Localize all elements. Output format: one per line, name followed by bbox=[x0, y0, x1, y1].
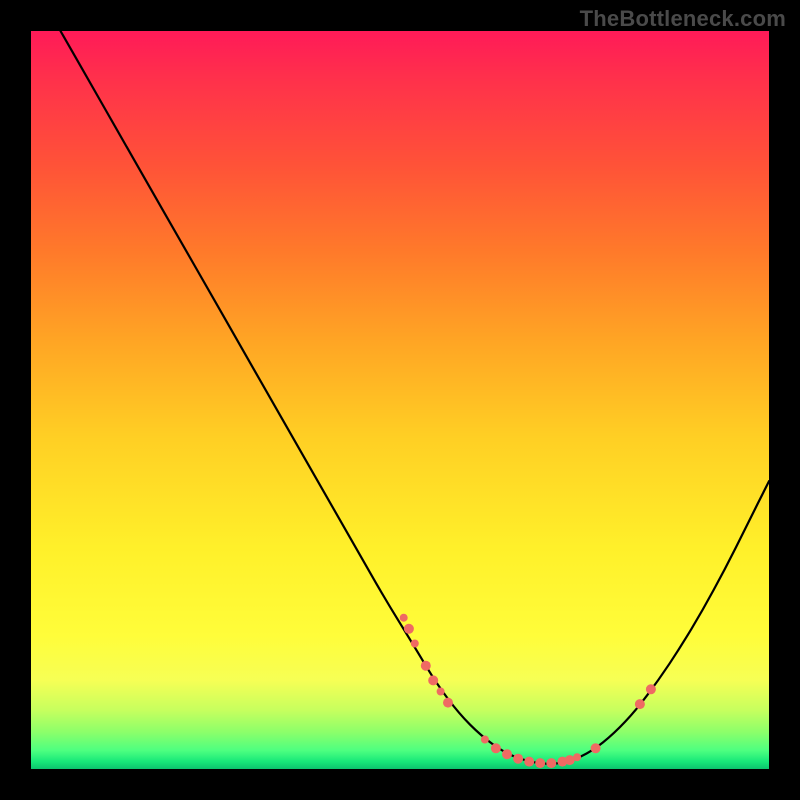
data-point bbox=[502, 749, 512, 759]
watermark-text: TheBottleneck.com bbox=[580, 6, 786, 32]
data-point bbox=[428, 675, 438, 685]
data-point bbox=[513, 754, 523, 764]
data-point bbox=[635, 699, 645, 709]
data-point bbox=[437, 688, 445, 696]
data-points-group bbox=[400, 614, 656, 768]
plot-area bbox=[31, 31, 769, 769]
data-point bbox=[404, 624, 414, 634]
data-point bbox=[421, 661, 431, 671]
data-point bbox=[524, 757, 534, 767]
plot-svg bbox=[31, 31, 769, 769]
data-point bbox=[535, 758, 545, 768]
data-point bbox=[411, 640, 419, 648]
data-point bbox=[443, 698, 453, 708]
data-point bbox=[546, 758, 556, 768]
data-point bbox=[573, 753, 581, 761]
data-point bbox=[481, 736, 489, 744]
chart-frame: TheBottleneck.com bbox=[0, 0, 800, 800]
data-point bbox=[491, 743, 501, 753]
data-point bbox=[591, 743, 601, 753]
data-point bbox=[646, 684, 656, 694]
bottleneck-curve bbox=[61, 31, 770, 764]
data-point bbox=[400, 614, 408, 622]
